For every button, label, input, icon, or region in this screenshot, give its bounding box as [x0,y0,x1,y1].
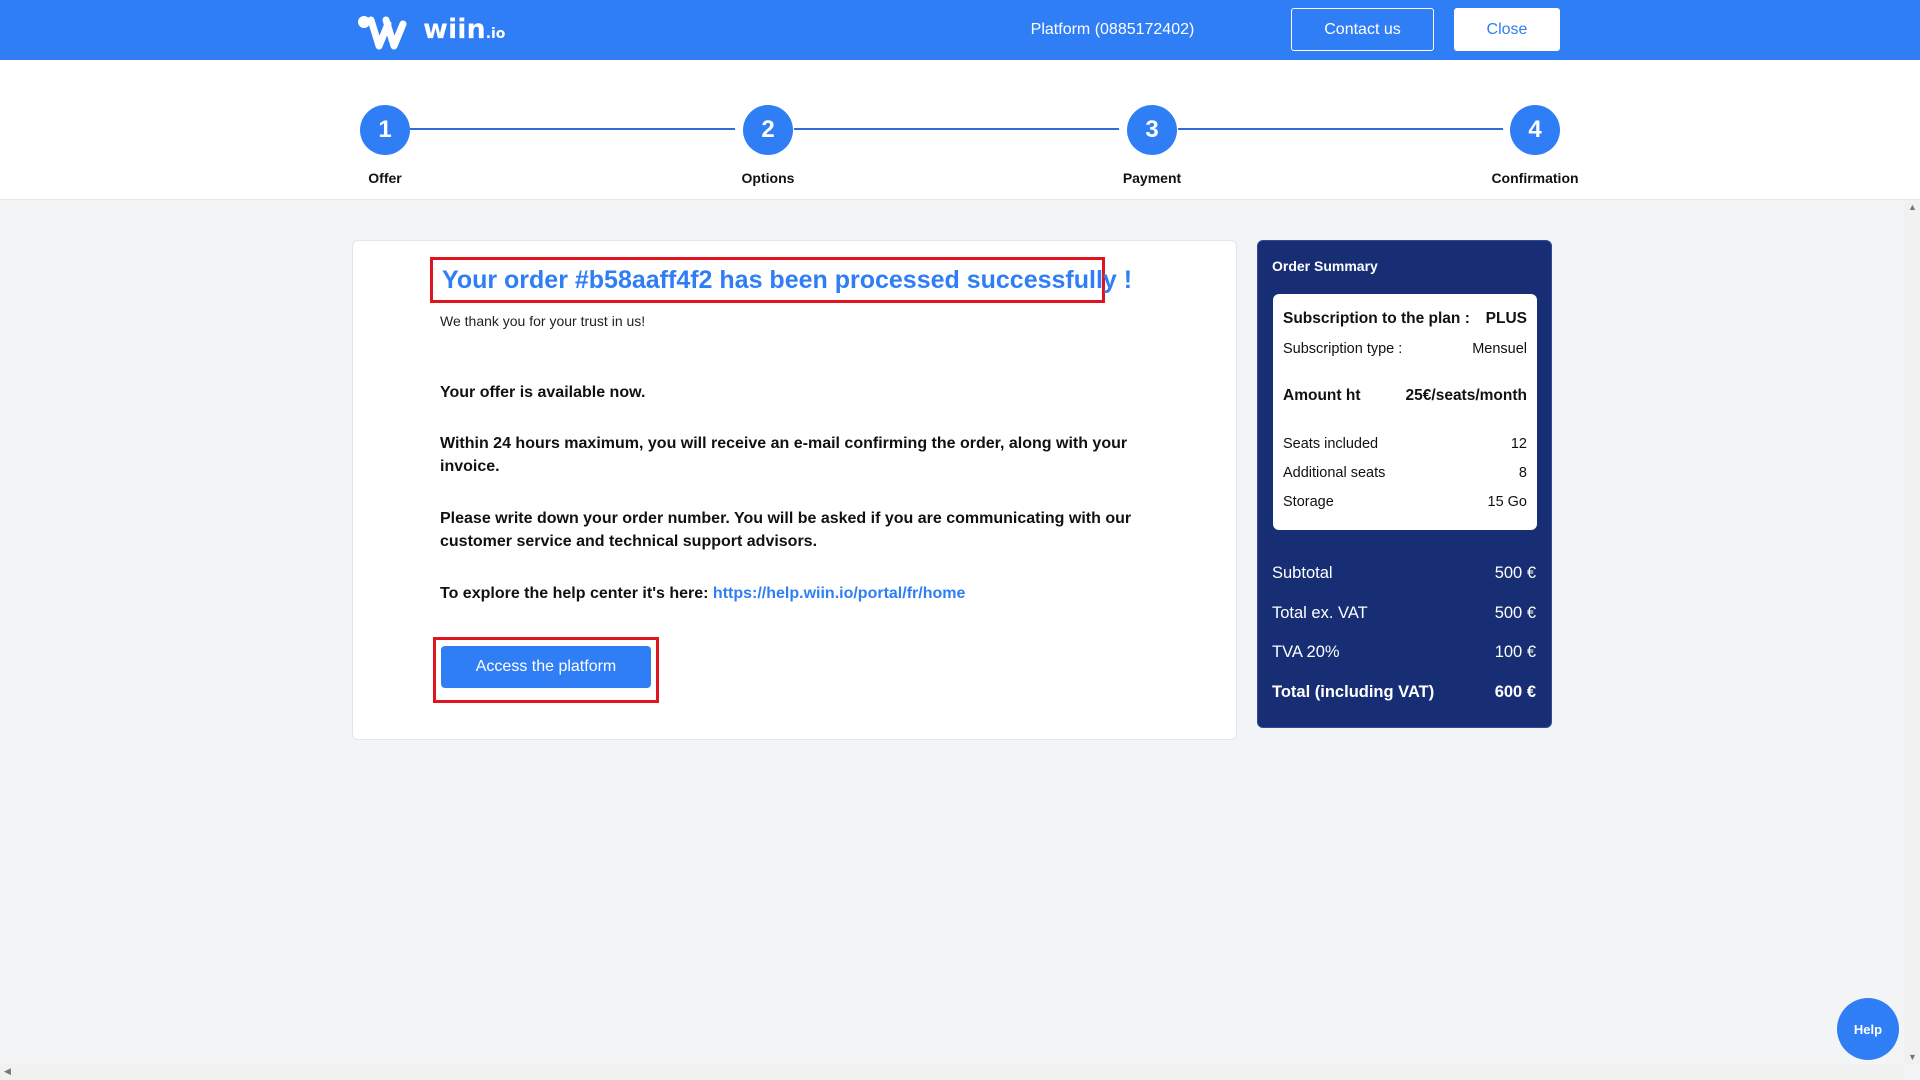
subtotal-value: 500 € [1494,564,1536,582]
total-incl-vat-label: Total (including VAT) [1272,683,1435,701]
subscription-type-value: Mensuel [1472,341,1527,357]
subscription-details: Subscription to the plan : PLUS Subscrip… [1273,294,1537,530]
help-center-text: To explore the help center it's here: ht… [440,582,1160,605]
step-1-label: Offer [368,170,402,186]
plan-value: PLUS [1485,310,1527,327]
amount-label: Amount ht [1283,387,1361,404]
step-1-circle: 1 [360,105,410,155]
close-button[interactable]: Close [1454,8,1560,51]
total-ex-vat-label: Total ex. VAT [1272,604,1368,622]
offer-available-text: Your offer is available now. [440,384,646,401]
seats-label: Seats included [1283,436,1379,452]
total-incl-vat-row: Total (including VAT) 600 € [1272,683,1536,702]
subscription-type-label: Subscription type : [1283,341,1403,357]
tva-row: TVA 20% 100 € [1272,643,1536,662]
tva-value: 100 € [1494,643,1536,661]
step-connector [1178,128,1503,130]
total-incl-vat-value: 600 € [1494,683,1536,701]
email-confirmation-text: Within 24 hours maximum, you will receiv… [440,435,1128,475]
step-3-circle: 3 [1127,105,1177,155]
horizontal-scrollbar[interactable]: ◀ [0,1064,1904,1080]
help-center-prefix: To explore the help center it's here: [440,585,709,602]
tva-label: TVA 20% [1272,643,1340,661]
access-platform-button[interactable]: Access the platform [441,646,651,688]
help-button[interactable]: Help [1837,998,1899,1060]
seats-value: 12 [1510,436,1527,452]
contact-us-button[interactable]: Contact us [1291,8,1434,51]
top-bar: wiin.io Platform (0885172402) Contact us… [0,0,1920,60]
storage-value: 15 Go [1487,494,1528,510]
storage-label: Storage [1283,494,1334,510]
total-ex-vat-value: 500 € [1494,604,1536,622]
help-center-link[interactable]: https://help.wiin.io/portal/fr/home [713,585,965,602]
scroll-left-icon[interactable]: ◀ [4,1066,11,1077]
order-summary-title: Order Summary [1272,258,1378,274]
platform-label: Platform (0885172402) [1030,21,1195,38]
seats-row: Seats included 12 [1283,436,1527,452]
thanks-text: We thank you for your trust in us! [440,313,646,329]
wiin-logo[interactable]: wiin.io [357,11,505,51]
subscription-type-row: Subscription type : Mensuel [1283,341,1527,357]
step-4-circle: 4 [1510,105,1560,155]
step-2-label: Options [741,170,795,186]
stepper [0,60,1920,200]
order-summary-panel: Order Summary Subscription to the plan :… [1257,240,1552,728]
additional-seats-row: Additional seats 8 [1283,465,1527,481]
additional-seats-value: 8 [1518,465,1527,481]
scroll-down-icon[interactable]: ▼ [1908,1052,1917,1062]
amount-row: Amount ht 25€/seats/month [1283,387,1527,405]
step-4-label: Confirmation [1491,170,1579,186]
step-connector [794,128,1119,130]
subtotal-row: Subtotal 500 € [1272,564,1536,583]
vertical-scrollbar[interactable]: ▲ ▼ [1904,200,1920,1064]
subtotal-label: Subtotal [1272,564,1333,582]
wiin-logo-icon [358,16,407,50]
order-number-note: Please write down your order number. You… [440,510,1132,550]
scroll-up-icon[interactable]: ▲ [1908,202,1917,212]
plan-row: Subscription to the plan : PLUS [1283,310,1527,328]
amount-value: 25€/seats/month [1405,387,1527,404]
step-2-circle: 2 [743,105,793,155]
total-ex-vat-row: Total ex. VAT 500 € [1272,604,1536,623]
additional-seats-label: Additional seats [1283,465,1386,481]
plan-label: Subscription to the plan : [1283,310,1470,327]
logo-text: wiin.io [423,14,506,45]
step-3-label: Payment [1122,170,1182,186]
storage-row: Storage 15 Go [1283,494,1527,510]
success-title: Your order #b58aaff4f2 has been processe… [430,257,1132,303]
step-connector [410,128,735,130]
